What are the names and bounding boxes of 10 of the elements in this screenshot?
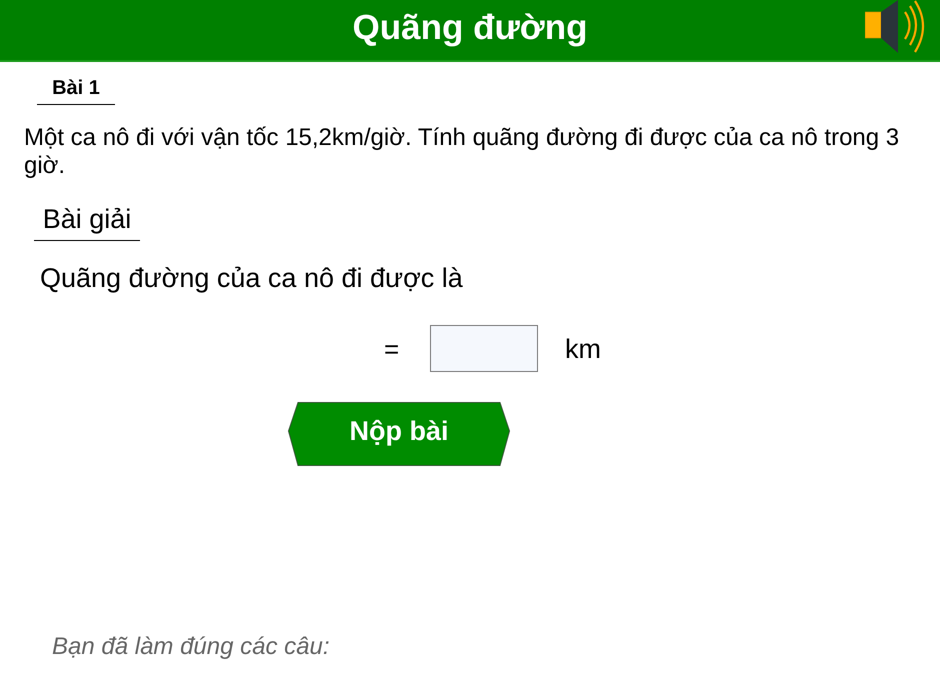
equals-sign: =	[384, 334, 400, 364]
unit-label: km	[565, 334, 601, 364]
result-text: Bạn đã làm đúng các câu:	[52, 632, 331, 662]
solution-heading: Bài giải	[34, 204, 140, 241]
answer-input[interactable]	[430, 325, 538, 372]
problem-text: Một ca nô đi với vận tốc 15,2km/giờ. Tính quãng đường đi được của ca nô trong 3 giờ.	[23, 124, 900, 180]
page-title: Quãng đường	[352, 8, 588, 48]
solution-statement: Quãng đường của ca nô đi được là	[40, 263, 464, 293]
exercise-label: Bài 1	[37, 76, 115, 105]
submit-button[interactable]: Nộp bài	[288, 402, 510, 466]
